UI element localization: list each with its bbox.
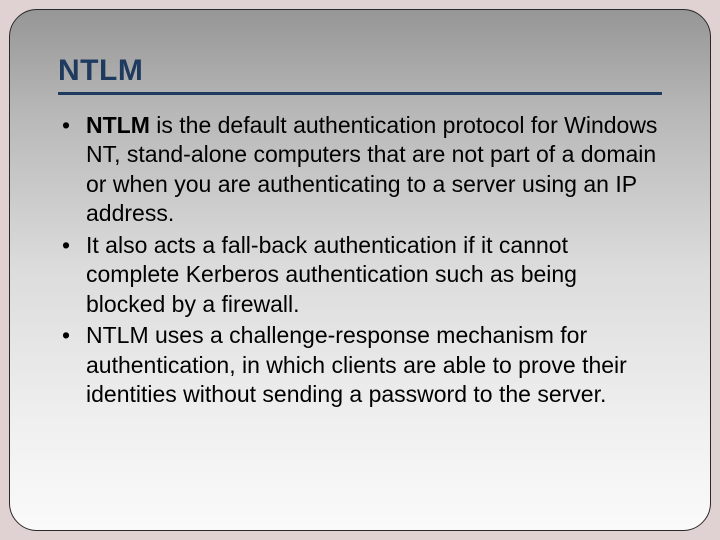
list-item: • It also acts a fall-back authenticatio… [58,231,662,319]
slide-title: NTLM [58,54,662,88]
bullet-rest: NTLM uses a challenge-response mechanism… [86,322,627,407]
list-item: • NTLM uses a challenge-response mechani… [58,321,662,409]
title-underline [58,92,662,95]
bullet-list: • NTLM is the default authentication pro… [58,111,662,409]
bullet-bold-lead: NTLM [86,112,150,138]
bullet-rest: It also acts a fall-back authentication … [86,232,577,317]
slide-frame: NTLM • NTLM is the default authenticatio… [9,9,711,531]
bullet-marker-icon: • [58,231,86,260]
bullet-text: It also acts a fall-back authentication … [86,231,662,319]
list-item: • NTLM is the default authentication pro… [58,111,662,229]
bullet-marker-icon: • [58,321,86,350]
bullet-marker-icon: • [58,111,86,140]
bullet-text: NTLM uses a challenge-response mechanism… [86,321,662,409]
bullet-text: NTLM is the default authentication proto… [86,111,662,229]
bullet-rest: is the default authentication protocol f… [86,112,657,226]
